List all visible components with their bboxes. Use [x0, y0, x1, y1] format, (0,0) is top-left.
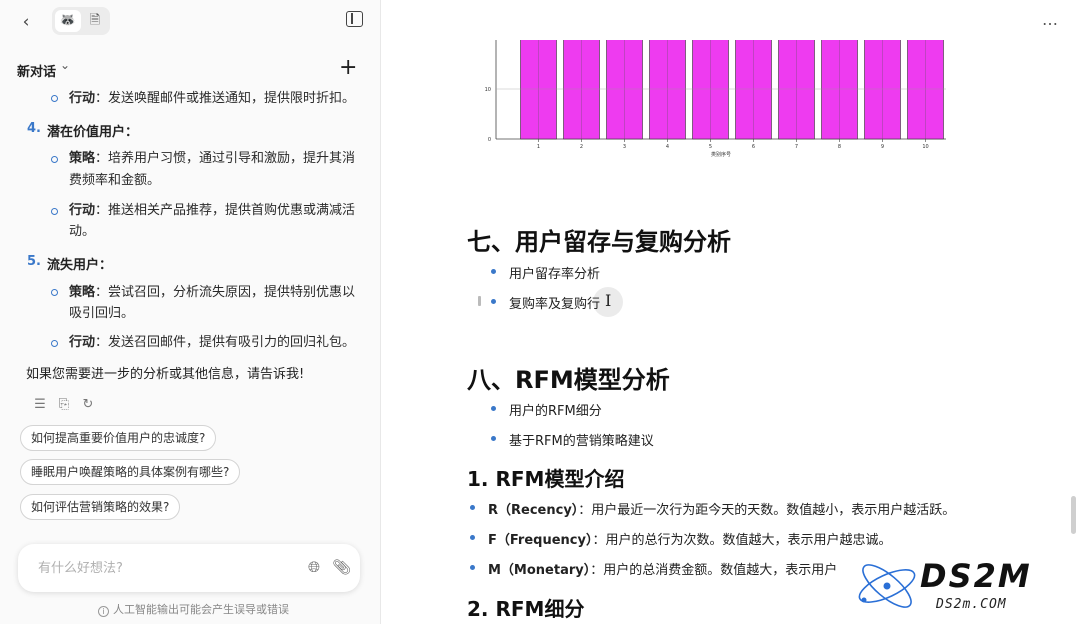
new-chat-button[interactable]: +: [339, 56, 357, 80]
bullet-dot: [491, 269, 496, 274]
paperclip-icon[interactable]: 📎︎: [332, 558, 351, 576]
bullet-dot: [491, 299, 496, 304]
bullet-item: R（Recency）：用户最近一次行为距今天的天数。数值越小，表示用户越活跃。: [488, 503, 956, 518]
bar-chart: 1 2 3 4 5 6 7 8 9 10 0 10 类别序号: [485, 40, 946, 158]
list-item-continued: 动。: [69, 224, 96, 239]
chevron-left-icon[interactable]: ‹: [16, 12, 36, 32]
sub-bullet: [51, 208, 58, 215]
globe-icon[interactable]: 🌐︎: [305, 558, 323, 576]
sub-bullet: [51, 340, 58, 347]
suggestion-chip[interactable]: 如何评估营销策略的效果?: [20, 494, 181, 520]
bullet-item: M（Monetary）：用户的总消费金额。数值越大，表示用户: [488, 563, 838, 578]
x-tick-label: 6: [752, 144, 755, 150]
document-pane: … 1 2 3 4 5 6 7 8 9 10 0 10 类别序号 七、用户留存与复购分析 用户留存率分析…: [382, 0, 1079, 624]
section-heading: 七、用户留存与复购分析: [467, 228, 731, 256]
x-tick-label: 10: [922, 144, 928, 150]
list-icon[interactable]: ☰: [32, 397, 48, 413]
copy-icon[interactable]: ⎘: [56, 397, 72, 413]
document-icon[interactable]: 🗎: [83, 10, 107, 32]
chat-input[interactable]: [38, 558, 288, 578]
suggestion-chip[interactable]: 睡眠用户唤醒策略的具体案例有哪些?: [20, 459, 241, 485]
section-heading: 八、RFM模型分析: [467, 366, 670, 394]
list-item-title: 潜在价值用户：: [47, 125, 139, 140]
list-item: 行动：发送唤醒邮件或推送通知，提供限时折扣。: [69, 91, 356, 106]
x-tick-label: 1: [537, 144, 540, 150]
bullet-dot: [491, 436, 496, 441]
disclaimer: i 人工智能输出可能会产生误导或错误: [98, 601, 289, 617]
subsection-heading: 2. RFM细分: [467, 597, 585, 621]
sidebar-toggle-icon[interactable]: [346, 11, 366, 31]
chat-panel: ‹ 🦝 🗎 新对话 ⌄ + 行动：发送唤醒邮件或推送通知，提供限时折扣。 4. …: [0, 0, 381, 624]
y-tick-label: 0: [488, 137, 491, 143]
sub-bullet: [51, 95, 58, 102]
bullet-dot: [470, 535, 475, 540]
drag-handle[interactable]: [478, 296, 481, 306]
closing-text: 如果您需要进一步的分析或其他信息，请告诉我!: [26, 367, 305, 382]
list-item-title: 流失用户：: [47, 258, 113, 273]
bullet-dot: [470, 565, 475, 570]
subsection-heading: 1. RFM模型介绍: [467, 467, 625, 491]
more-options-icon[interactable]: …: [1042, 10, 1059, 29]
sub-bullet: [51, 289, 58, 296]
watermark-title: DS2M: [920, 557, 1032, 595]
list-number: 5.: [27, 254, 41, 269]
bullet-dot: [470, 505, 475, 510]
conversation-title[interactable]: 新对话: [17, 61, 56, 80]
list-item-continued: 费频率和金额。: [69, 173, 161, 188]
bullet-item: 用户的RFM细分: [509, 404, 602, 419]
scrollbar[interactable]: [1071, 496, 1076, 534]
x-tick-label: 4: [666, 144, 669, 150]
x-tick-label: 9: [881, 144, 884, 150]
list-item: 行动：发送召回邮件，提供有吸引力的回归礼包。: [69, 335, 356, 350]
bullet-item: F（Frequency）：用户的总行为次数。数值越大，表示用户越忠诚。: [488, 533, 892, 548]
text-cursor-icon: I: [605, 291, 612, 310]
x-tick-label: 8: [838, 144, 841, 150]
x-axis-label: 类别序号: [711, 151, 731, 158]
list-item: 策略：培养用户习惯，通过引导和激励，提升其消: [69, 151, 356, 166]
bullet-dot: [491, 406, 496, 411]
list-item: 行动：推送相关产品推荐，提供首购优惠或满减活: [69, 203, 356, 218]
refresh-icon[interactable]: ↻: [80, 397, 96, 413]
app: ‹ 🦝 🗎 新对话 ⌄ + 行动：发送唤醒邮件或推送通知，提供限时折扣。 4. …: [0, 0, 1079, 624]
sub-bullet: [51, 156, 58, 163]
chat-input-box: 🌐︎ 📎︎: [18, 544, 360, 592]
list-item: 策略：尝试召回，分析流失原因，提供特别优惠以: [69, 285, 356, 300]
x-tick-label: 5: [709, 144, 712, 150]
bullet-item: 基于RFM的营销策略建议: [509, 434, 654, 449]
list-number: 4.: [27, 121, 41, 136]
watermark-url: DS2m.COM: [936, 597, 1007, 612]
chat-toolbar: ‹ 🦝 🗎: [0, 0, 381, 44]
watermark-logo: DS2M DS2m.COM: [852, 555, 1072, 617]
suggestion-chip[interactable]: 如何提高重要价值用户的忠诚度?: [20, 425, 217, 451]
y-tick-label: 10: [485, 87, 491, 93]
bullet-item: 复购率及复购行: [509, 297, 601, 312]
list-item-continued: 吸引回归。: [69, 306, 135, 321]
x-tick-label: 3: [623, 144, 626, 150]
bullet-item: 用户留存率分析: [509, 267, 601, 282]
info-icon: i: [98, 606, 109, 617]
mode-switch: 🦝 🗎: [52, 7, 110, 35]
atom-logo-icon: [858, 564, 916, 608]
x-tick-label: 2: [580, 144, 583, 150]
chevron-down-icon[interactable]: ⌄: [60, 58, 70, 72]
raccoon-avatar-icon[interactable]: 🦝: [55, 10, 81, 32]
x-tick-label: 7: [795, 144, 798, 150]
